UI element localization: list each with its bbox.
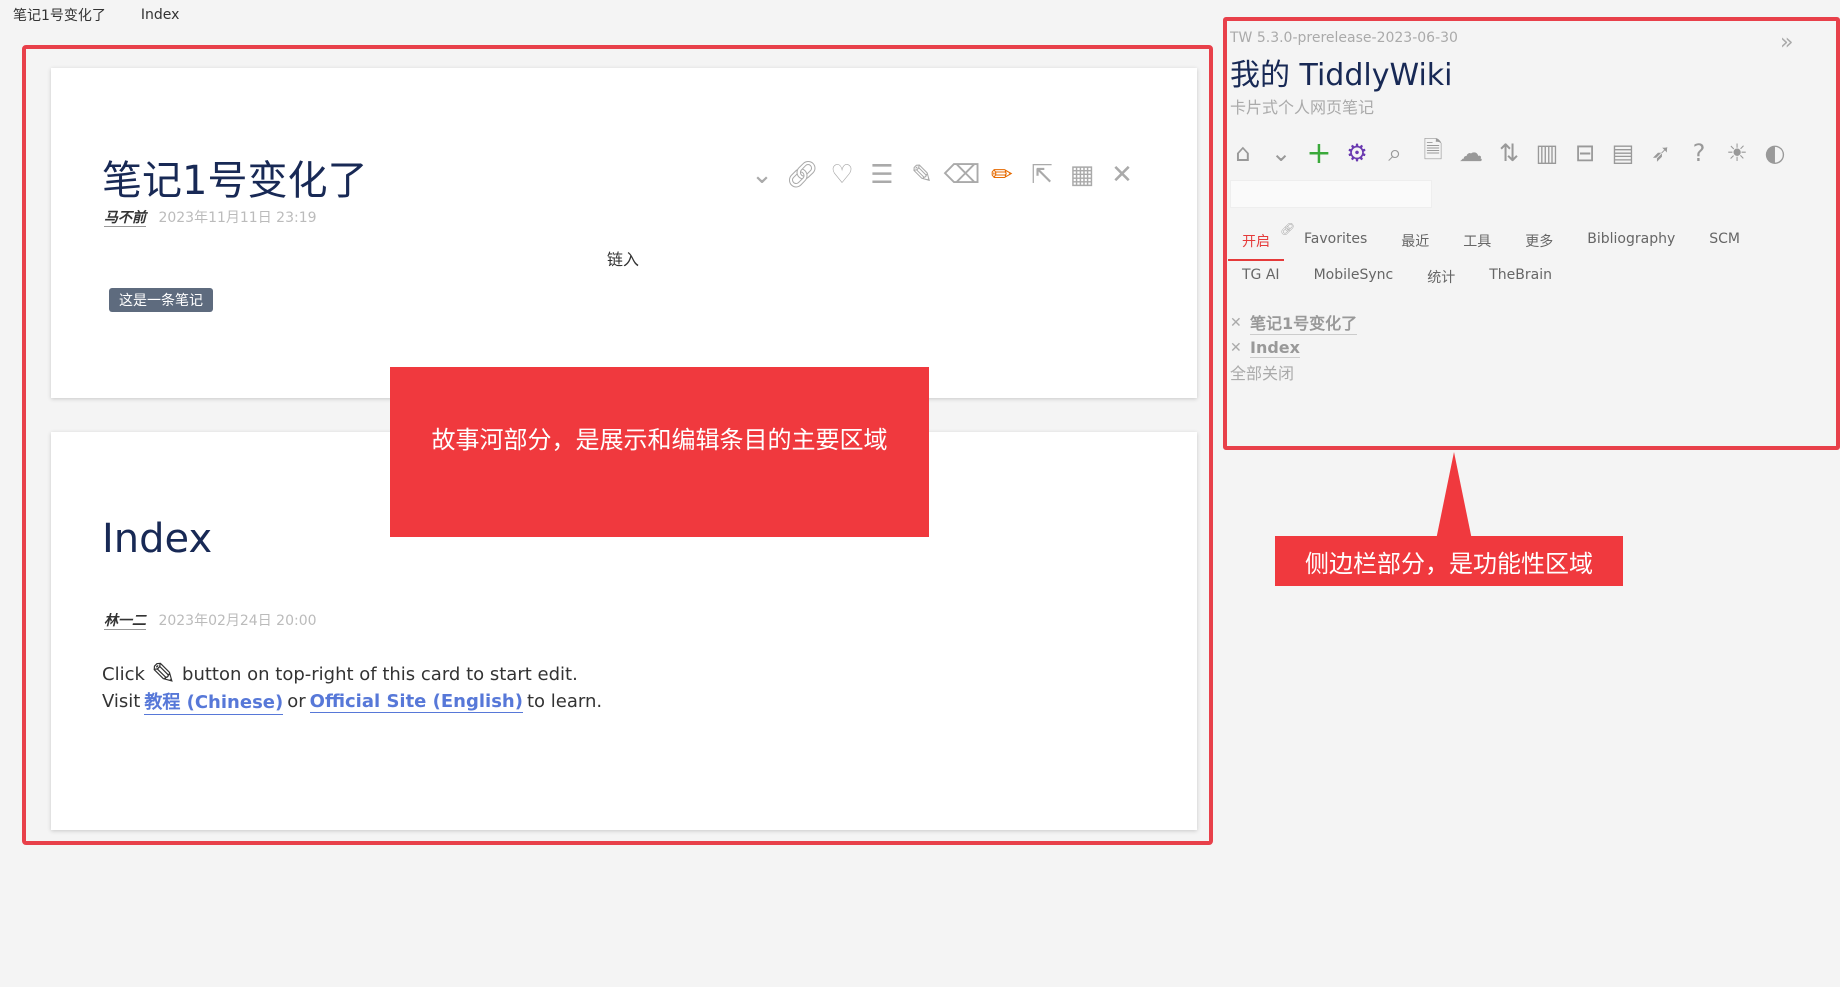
edit-icon[interactable]: ✏ [987,160,1017,190]
tab-tg-ai[interactable]: TG AI [1228,261,1294,295]
chevron-down-icon[interactable]: ⌄ [1266,138,1296,168]
tab-stats[interactable]: 统计 [1413,261,1469,295]
tag-add-icon[interactable]: ✎ [907,160,937,190]
close-icon[interactable]: ✕ [1230,340,1250,356]
open-external-icon[interactable]: ⇱ [1027,160,1057,190]
tiddler-toolbar: ⌄ 🔗︎ ♡ ☰ ✎ ⌫ ✏ ⇱ ▦ ✕ [747,160,1137,190]
site-subtitle: 卡片式个人网页笔记 [1230,98,1375,117]
body-text: Visit [102,691,141,712]
tag-pill[interactable]: 这是一条笔记 [109,288,213,312]
tab-tools[interactable]: 工具 [1449,225,1505,261]
contrast-icon[interactable]: ◐ [1760,138,1790,168]
brightness-icon[interactable]: ☀ [1722,138,1752,168]
tiddler-title: Index [102,516,213,562]
tiddler-meta: 马不前 2023年11月11日 23:19 [104,207,317,227]
page-controls: ⌂ ⌄ + ⚙ ⌕ 🗎︎ ☁ ⇅ ▥ ⊟ ▤ ➶ ? ☀ ◐ [1228,136,1790,171]
tab-more[interactable]: 更多 [1511,225,1567,261]
topbar-tab-1[interactable]: 笔记1号变化了 [13,5,106,25]
top-bar: 笔记1号变化了 Index [0,0,201,30]
fold-sidebar-icon[interactable]: » [1780,30,1793,55]
link-tutorial-chinese[interactable]: 教程 (Chinese) [144,688,284,715]
body-text: button on top-right of this card to star… [182,664,578,685]
qr-code-icon[interactable]: ▦ [1067,160,1097,190]
open-tiddler-link[interactable]: 笔记1号变化了 [1250,310,1358,335]
body-text: or [287,691,306,712]
heart-icon[interactable]: ♡ [827,160,857,190]
pen-icon: ✎ [150,657,177,692]
rocket-icon[interactable]: ➶ [1646,138,1676,168]
calendar-icon[interactable]: ▤ [1608,138,1638,168]
tag-remove-icon[interactable]: ⌫ [944,160,981,190]
chevron-down-icon[interactable]: ⌄ [747,160,777,190]
document-icon[interactable]: 🗎︎ [1418,136,1448,168]
home-icon[interactable]: ⌂ [1228,138,1258,168]
open-tiddler-link[interactable]: Index [1250,338,1300,358]
body-text: to learn. [526,691,603,712]
tab-bibliography[interactable]: Bibliography [1573,225,1689,261]
help-icon[interactable]: ? [1684,138,1714,168]
gear-icon[interactable]: ⚙ [1342,138,1372,168]
body-line-1: Click ✎ button on top-right of this card… [102,657,578,692]
author-link[interactable]: 马不前 [104,210,146,227]
site-title: 我的 TiddlyWiki [1230,58,1453,93]
body-text: Click [102,664,145,685]
sidebar-callout: 侧边栏部分，是功能性区域 [1275,536,1623,586]
link-icon[interactable]: 🔗︎ [786,160,819,190]
topbar-tab-2[interactable]: Index [141,7,180,23]
open-list: ✕ 笔记1号变化了 ✕ Index [1230,310,1358,360]
sync-icon[interactable]: ⇅ [1494,138,1524,168]
date: 2023年11月11日 23:19 [158,210,317,226]
sidebar-tabs: 开启 Favorites 最近 工具 更多 Bibliography SCM T… [1228,225,1828,295]
tab-open[interactable]: 开启 [1228,225,1284,261]
version-text: TW 5.3.0-prerelease-2023-06-30 [1230,30,1458,46]
date: 2023年02月24日 20:00 [158,613,317,629]
link-official-site[interactable]: Official Site (English) [309,691,523,713]
list-item: ✕ Index [1230,335,1357,360]
tab-favorites[interactable]: Favorites [1290,225,1381,261]
tab-mobilesync[interactable]: MobileSync [1300,261,1408,295]
search-input[interactable] [1230,180,1432,208]
list-icon[interactable]: ☰ [867,160,897,190]
search-icon[interactable]: ⌕ [1380,138,1410,168]
cloud-icon[interactable]: ☁ [1456,138,1486,168]
separator-icon[interactable]: ⊟ [1570,138,1600,168]
tiddler-meta: 林一二 2023年02月24日 20:00 [104,610,317,630]
tiddler-title: 笔记1号变化了 [102,158,368,204]
author-link[interactable]: 林一二 [104,613,146,630]
list-item: ✕ 笔记1号变化了 [1230,310,1358,335]
new-tiddler-icon[interactable]: + [1304,136,1334,171]
body-line-2: Visit 教程 (Chinese) or Official Site (Eng… [102,688,602,715]
tiddler-card: 笔记1号变化了 ⌄ 🔗︎ ♡ ☰ ✎ ⌫ ✏ ⇱ ▦ ✕ 马不前 2023年11… [51,68,1197,398]
transclude-text: 链入 [607,250,640,269]
tab-recent[interactable]: 最近 [1387,225,1443,261]
layout-icon[interactable]: ▥ [1532,138,1562,168]
tab-scm[interactable]: SCM [1695,225,1754,261]
tab-thebrain[interactable]: TheBrain [1475,261,1566,295]
story-callout: 故事河部分，是展示和编辑条目的主要区域 [390,367,929,537]
close-all-button[interactable]: 全部关闭 [1230,360,1294,384]
close-icon[interactable]: ✕ [1107,160,1137,190]
close-icon[interactable]: ✕ [1230,315,1250,331]
callout-pointer [1436,452,1472,540]
